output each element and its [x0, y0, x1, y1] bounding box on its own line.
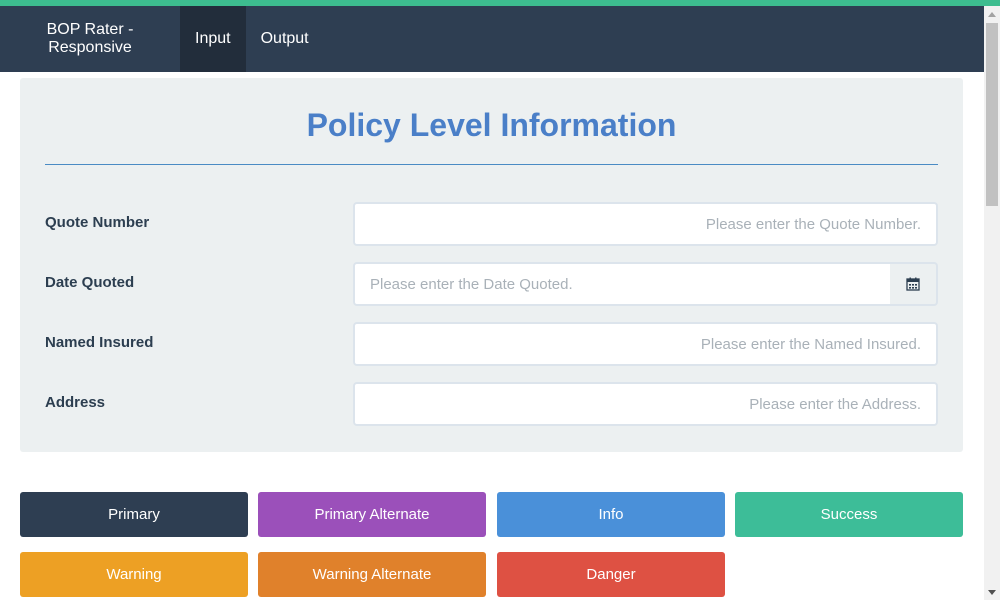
policy-info-panel: Policy Level Information Quote Number Da… — [20, 78, 963, 452]
quote-number-label: Quote Number — [45, 214, 150, 231]
navbar: BOP Rater - Responsive Input Output — [0, 6, 984, 72]
warning-alternate-button[interactable]: Warning Alternate — [258, 552, 486, 597]
quote-number-row: Quote Number — [45, 202, 938, 246]
warning-button[interactable]: Warning — [20, 552, 248, 597]
calendar-icon — [906, 277, 920, 291]
primary-alternate-button[interactable]: Primary Alternate — [258, 492, 486, 537]
danger-button[interactable]: Danger — [497, 552, 725, 597]
nav-item-output[interactable]: Output — [246, 6, 324, 72]
date-picker-button[interactable] — [890, 262, 938, 306]
success-button[interactable]: Success — [735, 492, 963, 537]
date-quoted-input[interactable] — [353, 262, 892, 306]
info-button[interactable]: Info — [497, 492, 725, 537]
title-divider — [45, 164, 938, 165]
scroll-up-arrow-icon[interactable] — [984, 6, 1000, 22]
primary-button[interactable]: Primary — [20, 492, 248, 537]
address-row: Address — [45, 382, 938, 426]
address-input[interactable] — [353, 382, 938, 426]
quote-number-input[interactable] — [353, 202, 938, 246]
nav-item-input[interactable]: Input — [180, 6, 246, 72]
page-title: Policy Level Information — [306, 107, 677, 143]
brand-title[interactable]: BOP Rater - Responsive — [0, 6, 180, 72]
scroll-down-arrow-icon[interactable] — [984, 584, 1000, 600]
scroll-thumb[interactable] — [986, 23, 998, 206]
named-insured-row: Named Insured — [45, 322, 938, 366]
date-quoted-row: Date Quoted — [45, 262, 938, 306]
named-insured-input[interactable] — [353, 322, 938, 366]
vertical-scrollbar[interactable] — [984, 6, 1000, 600]
named-insured-label: Named Insured — [45, 334, 154, 351]
address-label: Address — [45, 394, 106, 411]
date-quoted-label: Date Quoted — [45, 274, 135, 291]
